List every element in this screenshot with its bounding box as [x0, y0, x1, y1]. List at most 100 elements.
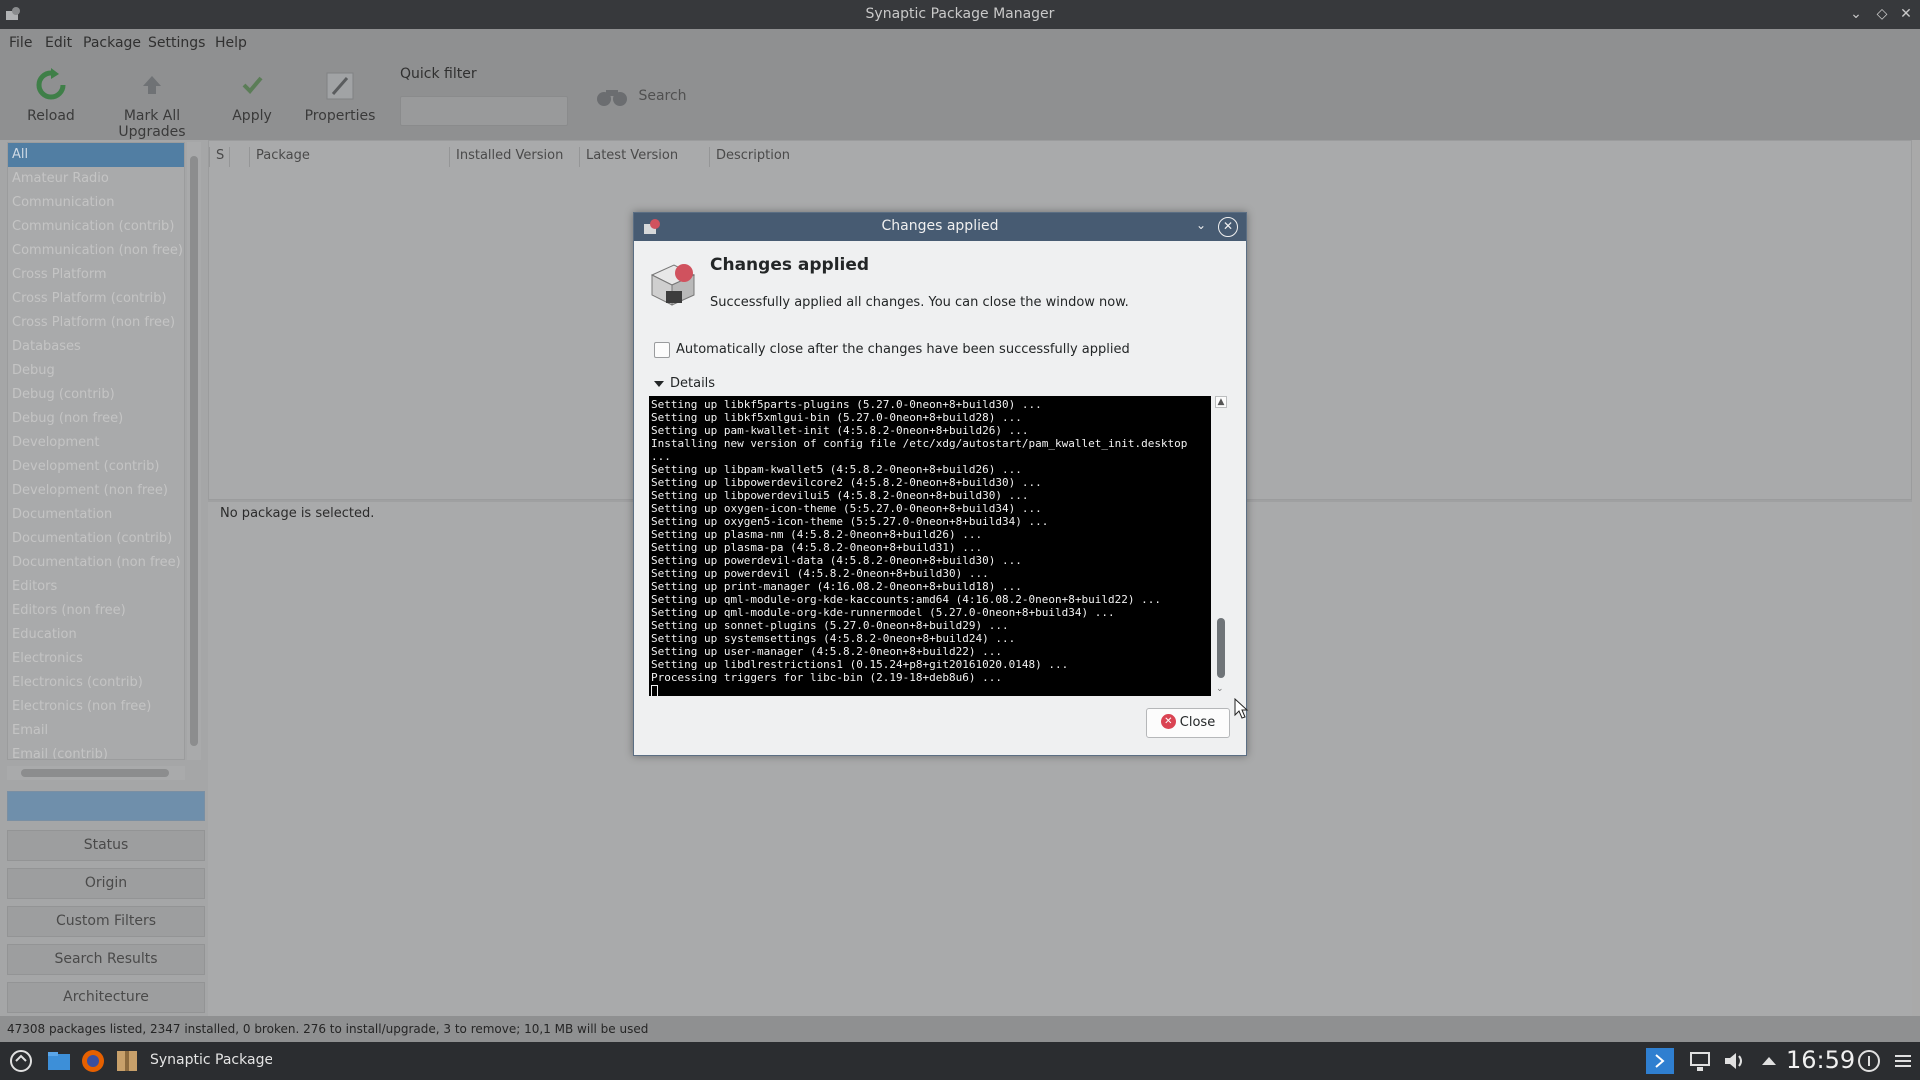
terminal-line: Setting up oxygen5-icon-theme (5:5.27.0-… [651, 515, 1049, 528]
menu-help[interactable]: Help [215, 35, 247, 51]
notifications-icon[interactable] [1856, 1049, 1882, 1073]
category-item[interactable]: Electronics [8, 647, 184, 671]
category-item[interactable]: Electronics (contrib) [8, 671, 184, 695]
network-icon[interactable] [1688, 1049, 1714, 1073]
terminal-line: Setting up libkf5parts-plugins (5.27.0-0… [651, 398, 1042, 411]
category-item[interactable]: Development [8, 431, 184, 455]
search-results-button[interactable]: Search Results [7, 944, 205, 975]
category-list[interactable]: All Amateur Radio Communication Communicati… [7, 142, 185, 760]
column-installed-version[interactable]: Installed Version [449, 147, 579, 167]
category-item[interactable]: Cross Platform [8, 263, 184, 287]
status-text: 47308 packages listed, 2347 installed, 0… [7, 1022, 649, 1036]
dialog-minimize-icon[interactable]: ⌄ [1196, 218, 1206, 232]
menu-file[interactable]: File [9, 35, 32, 51]
maximize-icon[interactable]: ◇ [1872, 4, 1892, 24]
scrollbar-thumb[interactable] [190, 156, 198, 746]
column-status[interactable]: S [209, 147, 229, 167]
column-latest-version[interactable]: Latest Version [579, 147, 709, 167]
origin-filter-button[interactable]: Origin [7, 868, 205, 899]
mark-all-upgrades-button[interactable]: Mark All Upgrades [94, 68, 210, 140]
category-item[interactable]: Electronics (non free) [8, 695, 184, 719]
column-package[interactable]: Package [249, 147, 449, 167]
category-item[interactable]: Documentation (contrib) [8, 527, 184, 551]
terminal-line: Setting up pam-kwallet-init (4:5.8.2-0ne… [651, 424, 1029, 437]
category-item[interactable]: Amateur Radio [8, 167, 184, 191]
dialog-titlebar: Changes applied ⌄ ✕ [634, 213, 1246, 241]
properties-button[interactable]: Properties [300, 68, 380, 124]
app-launcher-icon[interactable] [8, 1049, 34, 1073]
category-item[interactable]: Debug [8, 359, 184, 383]
category-item[interactable]: Debug (non free) [8, 407, 184, 431]
sections-filter-button[interactable] [7, 791, 205, 821]
clock[interactable]: 16:59 [1786, 1046, 1855, 1074]
auto-close-label[interactable]: Automatically close after the changes ha… [676, 342, 1130, 357]
menu-package[interactable]: Package [83, 35, 141, 51]
synaptic-task-icon[interactable] [114, 1049, 140, 1073]
terminal-line: Setting up qml-module-org-kde-runnermode… [651, 606, 1115, 619]
close-icon: ✕ [1160, 714, 1176, 729]
category-item[interactable]: Cross Platform (non free) [8, 311, 184, 335]
window-title: Synaptic Package Manager [865, 6, 1055, 22]
close-button[interactable]: ✕ Close [1146, 708, 1230, 738]
menu-edit[interactable]: Edit [45, 35, 72, 51]
architecture-filter-button[interactable]: Architecture [7, 982, 205, 1013]
category-item[interactable]: Editors [8, 575, 184, 599]
search-button[interactable]: Search [596, 85, 687, 107]
status-filter-button[interactable]: Status [7, 830, 205, 861]
category-item[interactable]: Communication [8, 191, 184, 215]
menu-bar: File Edit Package Settings Help [0, 29, 1920, 58]
category-vertical-scrollbar[interactable] [187, 142, 201, 760]
column-description[interactable]: Description [709, 147, 1309, 167]
status-bar: 47308 packages listed, 2347 installed, 0… [0, 1016, 1920, 1042]
expand-arrow-icon [654, 380, 664, 387]
scrollbar-thumb[interactable] [1217, 618, 1225, 678]
terminal-line: Setting up sonnet-plugins (5.27.0-0neon+… [651, 619, 1009, 632]
category-item[interactable]: Cross Platform (contrib) [8, 287, 184, 311]
category-item[interactable]: Databases [8, 335, 184, 359]
category-item[interactable]: Development (contrib) [8, 455, 184, 479]
quick-filter-input[interactable] [400, 96, 568, 126]
category-item[interactable]: Communication (contrib) [8, 215, 184, 239]
terminal-line: Setting up plasma-pa (4:5.8.2-0neon+8+bu… [651, 541, 983, 554]
category-item[interactable]: Documentation [8, 503, 184, 527]
category-item[interactable]: Documentation (non free) [8, 551, 184, 575]
task-title[interactable]: Synaptic Package M [150, 1052, 272, 1068]
volume-icon[interactable] [1722, 1049, 1748, 1073]
category-item[interactable]: Education [8, 623, 184, 647]
scroll-up-icon[interactable]: ▲ [1215, 396, 1227, 408]
file-manager-icon[interactable] [46, 1049, 72, 1073]
tray-expand-icon[interactable] [1756, 1049, 1782, 1073]
category-item[interactable]: Email [8, 719, 184, 743]
firefox-icon[interactable] [80, 1049, 106, 1073]
terminal-line: Setting up powerdevil-data (4:5.8.2-0neo… [651, 554, 1022, 567]
category-item[interactable]: Development (non free) [8, 479, 184, 503]
close-button-label: Close [1179, 715, 1216, 730]
category-item[interactable]: Communication (non free) [8, 239, 184, 263]
category-horizontal-scrollbar[interactable] [7, 766, 185, 780]
custom-filters-button[interactable]: Custom Filters [7, 906, 205, 937]
terminal-line: Installing new version of config file /e… [651, 437, 1195, 463]
details-expander[interactable]: Details [654, 376, 715, 391]
table-header: S Package Installed Version Latest Versi… [209, 145, 1911, 167]
category-item[interactable]: All [8, 143, 184, 167]
terminal-output[interactable]: Setting up libkf5parts-plugins (5.27.0-0… [649, 396, 1211, 696]
scrollbar-thumb[interactable] [21, 769, 169, 777]
terminal-line: Setting up libpowerdevilcore2 (4:5.8.2-0… [651, 476, 1042, 489]
toolbar: Reload Mark All Upgrades Apply Propertie… [0, 58, 1920, 140]
category-item[interactable]: Editors (non free) [8, 599, 184, 623]
minimize-icon[interactable]: ⌄ [1846, 4, 1866, 24]
dialog-close-icon[interactable]: ✕ [1218, 217, 1238, 237]
apply-button[interactable]: Apply [226, 68, 278, 124]
terminal-scrollbar[interactable]: ▲ ⌄ [1214, 396, 1228, 696]
hamburger-menu-icon[interactable] [1890, 1049, 1916, 1073]
scroll-down-icon[interactable]: ⌄ [1216, 684, 1224, 694]
system-tray-arrow-icon[interactable] [1646, 1048, 1674, 1074]
menu-settings[interactable]: Settings [148, 35, 205, 51]
reload-button[interactable]: Reload [20, 68, 82, 124]
close-window-icon[interactable]: ✕ [1896, 4, 1916, 24]
auto-close-checkbox[interactable] [654, 342, 670, 358]
category-item[interactable]: Email (contrib) [8, 743, 184, 759]
up-arrow-icon [143, 76, 161, 94]
column-support[interactable] [229, 147, 249, 167]
category-item[interactable]: Debug (contrib) [8, 383, 184, 407]
